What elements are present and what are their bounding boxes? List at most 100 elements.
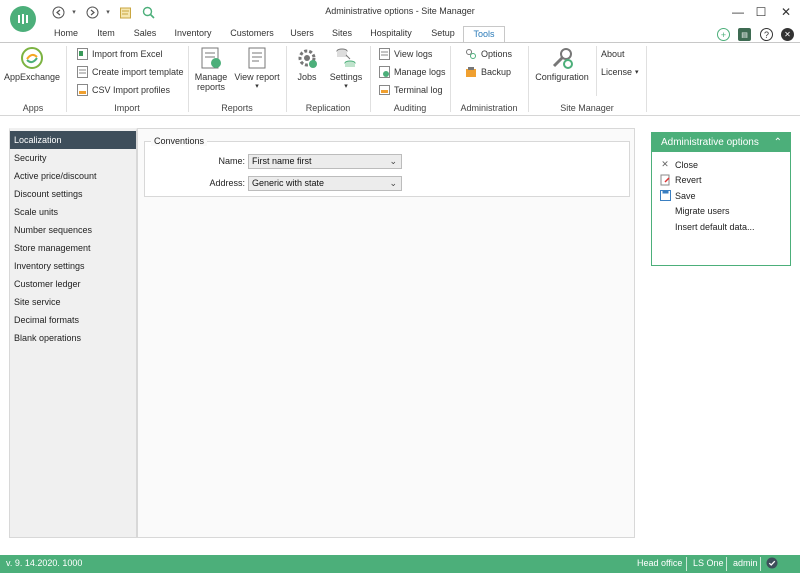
status-divider xyxy=(686,557,687,571)
manage-reports-icon xyxy=(199,46,223,70)
back-icon[interactable] xyxy=(50,4,66,20)
tab-tools[interactable]: Tools xyxy=(463,26,505,42)
import-from-excel-label: Import from Excel xyxy=(92,49,163,59)
forward-dropdown-icon[interactable]: ▾ xyxy=(100,4,116,20)
terminal-log-icon xyxy=(378,84,390,96)
tab-setup[interactable]: Setup xyxy=(428,26,458,42)
view-logs-icon xyxy=(378,48,390,60)
license-button[interactable]: License ▾ xyxy=(601,65,639,79)
title-bar: ▾ ▾ Administrative options - Site Manage… xyxy=(0,0,800,32)
tab-users[interactable]: Users xyxy=(288,26,316,42)
add-circle-icon[interactable]: + xyxy=(717,28,730,41)
blank-icon xyxy=(659,205,671,217)
view-report-button[interactable]: View report ▾ xyxy=(234,46,280,90)
minimize-button[interactable]: — xyxy=(728,3,748,21)
save-action-label: Save xyxy=(675,190,696,201)
tab-item[interactable]: Item xyxy=(92,26,120,42)
save-action[interactable]: Save xyxy=(652,188,790,204)
appexchange-button[interactable]: AppExchange xyxy=(4,46,60,82)
panel-header[interactable]: Administrative options ⌃ xyxy=(652,133,790,152)
configuration-label: Configuration xyxy=(535,72,589,82)
close-circle-icon[interactable]: ✕ xyxy=(781,28,794,41)
group-label-reports: Reports xyxy=(221,103,253,113)
view-report-label: View report xyxy=(234,72,280,82)
terminal-log-button[interactable]: Terminal log xyxy=(378,83,443,97)
csv-icon xyxy=(76,84,88,96)
nav-item-scale-units[interactable]: Scale units xyxy=(10,203,136,221)
replication-settings-button[interactable]: Settings ▾ xyxy=(326,46,366,90)
configuration-button[interactable]: Configuration xyxy=(532,46,592,82)
nav-item-customer-ledger[interactable]: Customer ledger xyxy=(10,275,136,293)
manage-logs-button[interactable]: Manage logs xyxy=(378,65,446,79)
csv-import-profiles-button[interactable]: CSV Import profiles xyxy=(76,83,170,97)
insert-default-data-action[interactable]: Insert default data... xyxy=(652,219,790,235)
revert-icon xyxy=(659,174,671,186)
create-import-template-button[interactable]: Create import template xyxy=(76,65,184,79)
create-import-template-label: Create import template xyxy=(92,67,184,77)
nav-item-discount-settings[interactable]: Discount settings xyxy=(10,185,136,203)
tab-sales[interactable]: Sales xyxy=(130,26,160,42)
back-dropdown-icon[interactable]: ▾ xyxy=(66,4,82,20)
database-icon xyxy=(334,46,358,70)
location-text: Head office xyxy=(637,558,683,568)
backup-button[interactable]: Backup xyxy=(465,65,511,79)
user-text: admin xyxy=(733,558,758,568)
ribbon-divider xyxy=(596,46,597,96)
nav-item-decimal-formats[interactable]: Decimal formats xyxy=(10,311,136,329)
view-logs-button[interactable]: View logs xyxy=(378,47,432,61)
options-button[interactable]: Options xyxy=(465,47,512,61)
nav-item-active-price-discount[interactable]: Active price/discount xyxy=(10,167,136,185)
product-text: LS One xyxy=(693,558,724,568)
maximize-button[interactable]: ☐ xyxy=(751,3,771,21)
save-icon xyxy=(659,190,671,202)
help-icon[interactable]: ? xyxy=(760,28,773,41)
ribbon-divider xyxy=(646,46,647,112)
manage-reports-button[interactable]: Manage reports xyxy=(192,46,230,92)
chevron-up-icon[interactable]: ⌃ xyxy=(774,133,782,152)
forward-icon[interactable] xyxy=(84,4,100,20)
version-text: v. 9. 14.2020. 1000 xyxy=(6,558,83,568)
wrench-icon xyxy=(550,46,574,70)
group-label-auditing: Auditing xyxy=(393,103,427,113)
group-label-replication: Replication xyxy=(305,103,351,113)
store-icon[interactable]: ▤ xyxy=(738,28,751,41)
notes-icon[interactable] xyxy=(117,4,133,20)
about-button[interactable]: About xyxy=(601,47,625,61)
excel-icon xyxy=(76,48,88,60)
terminal-log-label: Terminal log xyxy=(394,85,443,95)
view-report-dropdown-icon: ▾ xyxy=(255,83,259,90)
nav-item-site-service[interactable]: Site service xyxy=(10,293,136,311)
close-action[interactable]: ✕ Close xyxy=(652,157,790,173)
migrate-users-action[interactable]: Migrate users xyxy=(652,204,790,220)
chevron-down-icon: ⌄ xyxy=(389,156,397,166)
nav-item-blank-operations[interactable]: Blank operations xyxy=(10,329,136,347)
jobs-button[interactable]: Jobs xyxy=(292,46,322,82)
tab-hospitality[interactable]: Hospitality xyxy=(366,26,416,42)
options-nav: Localization Security Active price/disco… xyxy=(9,128,137,538)
nav-item-number-sequences[interactable]: Number sequences xyxy=(10,221,136,239)
manage-logs-label: Manage logs xyxy=(394,67,446,77)
search-icon[interactable] xyxy=(140,4,156,20)
tab-home[interactable]: Home xyxy=(50,26,82,42)
revert-action-label: Revert xyxy=(675,175,702,186)
name-convention-select[interactable]: First name first ⌄ xyxy=(248,154,402,169)
nav-item-security[interactable]: Security xyxy=(10,149,136,167)
template-icon xyxy=(76,66,88,78)
nav-item-localization[interactable]: Localization xyxy=(10,131,136,149)
revert-action[interactable]: Revert xyxy=(652,173,790,189)
status-bar: v. 9. 14.2020. 1000 Head office LS One a… xyxy=(0,555,800,573)
nav-item-inventory-settings[interactable]: Inventory settings xyxy=(10,257,136,275)
group-label-site-manager: Site Manager xyxy=(560,103,614,113)
migrate-users-label: Migrate users xyxy=(675,206,730,217)
address-convention-select[interactable]: Generic with state ⌄ xyxy=(248,176,402,191)
nav-item-store-management[interactable]: Store management xyxy=(10,239,136,257)
status-divider xyxy=(726,557,727,571)
tab-sites[interactable]: Sites xyxy=(328,26,356,42)
close-window-button[interactable]: ✕ xyxy=(776,3,796,21)
name-convention-value: First name first xyxy=(252,156,312,166)
import-from-excel-button[interactable]: Import from Excel xyxy=(76,47,163,61)
tab-customers[interactable]: Customers xyxy=(228,26,276,42)
ribbon-tabs: Home Item Sales Inventory Customers User… xyxy=(0,26,800,42)
manage-logs-icon xyxy=(378,66,390,78)
tab-inventory[interactable]: Inventory xyxy=(170,26,216,42)
